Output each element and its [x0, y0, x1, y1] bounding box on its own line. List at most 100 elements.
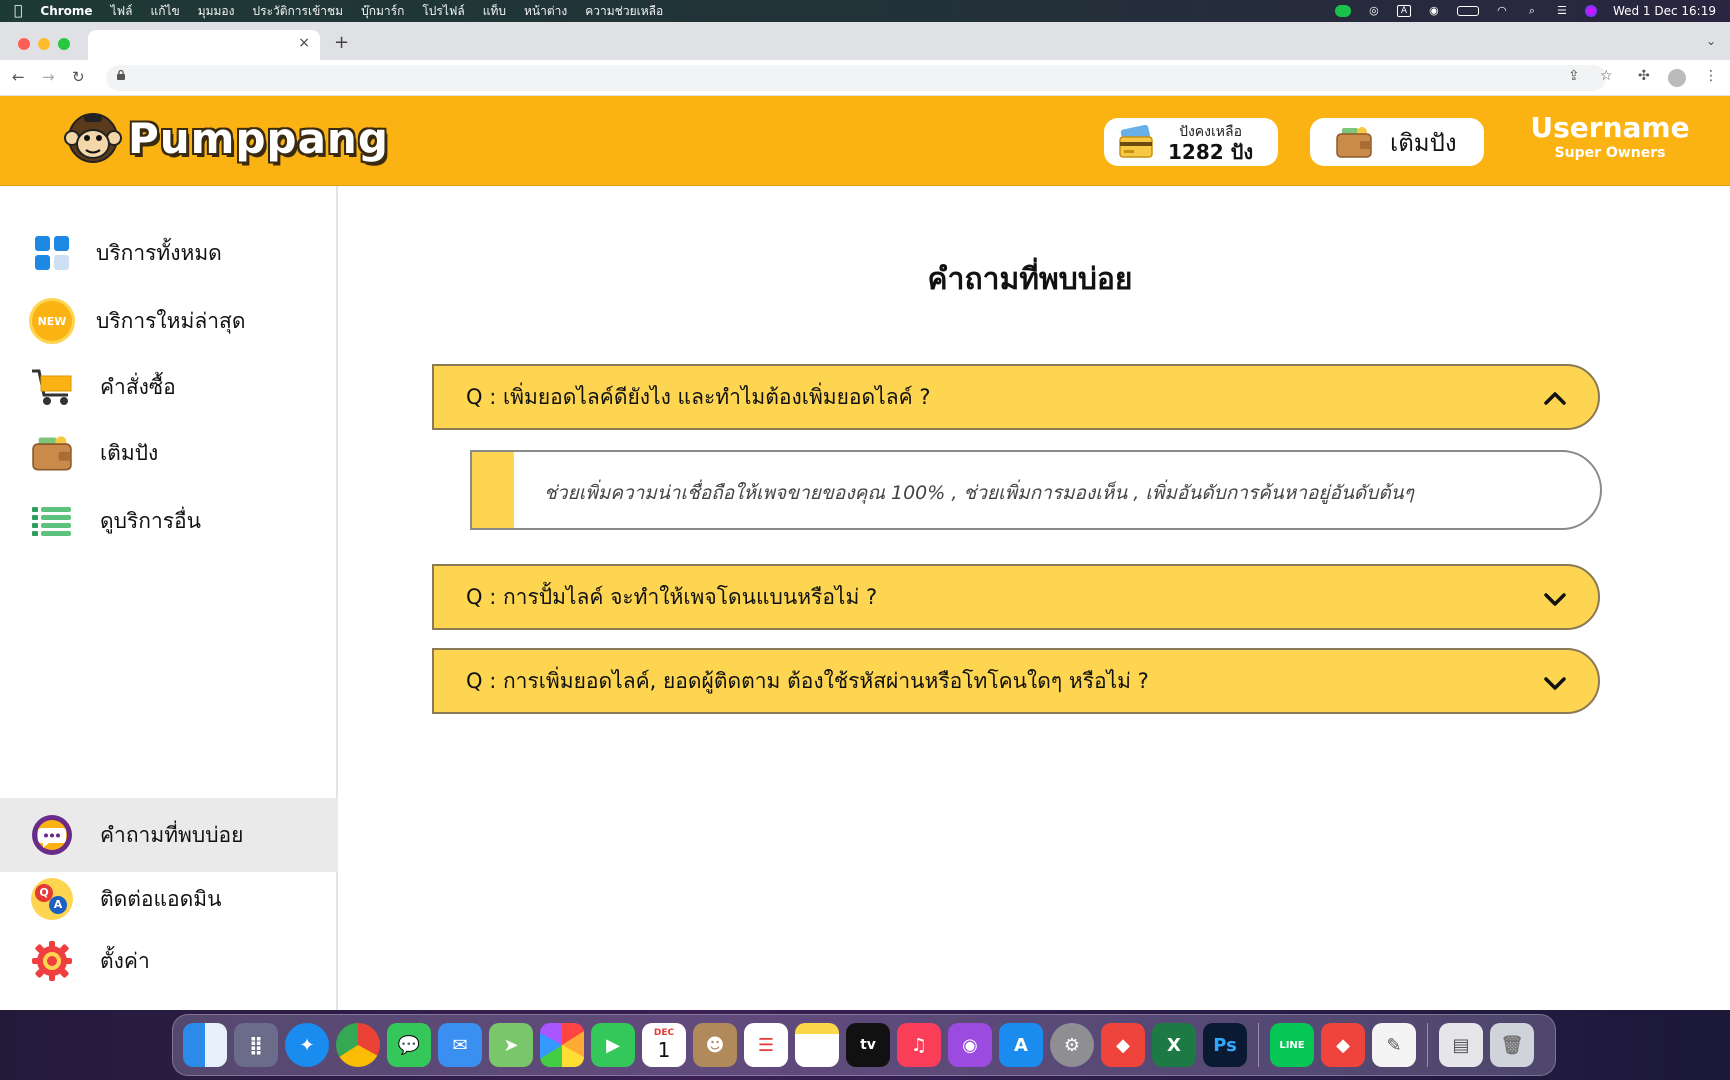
line-icon[interactable]: LINE — [1270, 1023, 1314, 1067]
list-icon — [30, 499, 74, 543]
profile-avatar-icon[interactable] — [1668, 69, 1686, 87]
reload-icon[interactable]: ↻ — [72, 68, 85, 86]
qa-icon: Q A — [30, 877, 74, 921]
anydesk-2-icon[interactable]: ◆ — [1321, 1023, 1365, 1067]
anydesk-icon[interactable]: ◆ — [1101, 1023, 1145, 1067]
textedit-icon[interactable]: ✎ — [1372, 1023, 1416, 1067]
siri-icon[interactable] — [1584, 5, 1597, 17]
menu-bookmarks[interactable]: บุ๊กมาร์ก — [361, 2, 404, 21]
close-window-button[interactable] — [18, 38, 30, 50]
more-menu-icon[interactable]: ⋮ — [1704, 68, 1718, 84]
back-arrow-icon[interactable]: ← — [12, 68, 25, 86]
browser-tab-active[interactable]: × — [88, 30, 320, 60]
control-center-icon[interactable]: ☰ — [1555, 5, 1569, 17]
mail-icon[interactable]: ✉ — [438, 1023, 482, 1067]
sidebar-item-settings[interactable]: ตั้งค่า — [0, 928, 338, 994]
app-store-icon[interactable]: A — [999, 1023, 1043, 1067]
forward-arrow-icon[interactable]: → — [42, 68, 55, 86]
credit-card-icon — [1119, 125, 1153, 158]
chrome-icon[interactable] — [336, 1023, 380, 1067]
topup-button[interactable]: เติมปัง — [1310, 118, 1484, 166]
reminders-icon[interactable]: ☰ — [744, 1023, 788, 1067]
grid-icon — [30, 231, 74, 275]
creative-cloud-icon[interactable]: ◎ — [1367, 5, 1381, 17]
maps-icon[interactable]: ➤ — [489, 1023, 533, 1067]
sidebar-item-new-services[interactable]: NEW บริการใหม่ล่าสุด — [0, 288, 338, 354]
bookmark-star-icon[interactable]: ☆ — [1600, 68, 1613, 84]
menu-file[interactable]: ไฟล์ — [111, 2, 133, 21]
extensions-icon[interactable]: ✣ — [1638, 68, 1650, 84]
balance-card[interactable]: ปังคงเหลือ 1282 ปัง — [1104, 118, 1278, 166]
wifi-icon[interactable]: ◠ — [1495, 5, 1509, 17]
menu-window[interactable]: หน้าต่าง — [524, 2, 567, 21]
tab-search-chevron-icon[interactable]: ⌄ — [1706, 34, 1716, 48]
battery-icon[interactable] — [1456, 6, 1479, 16]
line-label: LINE — [1279, 1039, 1305, 1051]
menu-tab[interactable]: แท็บ — [483, 2, 506, 21]
balance-label: ปังคงเหลือ — [1179, 124, 1243, 140]
safari-icon[interactable]: ✦ — [285, 1023, 329, 1067]
downloads-icon[interactable]: ▤ — [1439, 1023, 1483, 1067]
chevron-down-icon[interactable] — [1542, 586, 1568, 612]
address-bar[interactable] — [106, 65, 1606, 91]
excel-icon[interactable]: X — [1152, 1023, 1196, 1067]
apple-menu-icon[interactable]:  — [14, 3, 22, 19]
facetime-icon[interactable]: ▶ — [591, 1023, 635, 1067]
messages-icon[interactable]: 💬 — [387, 1023, 431, 1067]
lock-icon — [117, 70, 125, 80]
chevron-down-icon[interactable] — [1542, 670, 1568, 696]
close-tab-icon[interactable]: × — [298, 35, 310, 51]
spotlight-search-icon[interactable]: ⌕ — [1525, 5, 1539, 17]
faq-question-1[interactable]: Q : เพิ่มยอดไลค์ดียังไง และทำไมต้องเพิ่ม… — [432, 364, 1600, 430]
minimize-window-button[interactable] — [38, 38, 50, 50]
photoshop-label: Ps — [1213, 1034, 1237, 1056]
podcasts-icon[interactable]: ◉ — [948, 1023, 992, 1067]
menu-view[interactable]: มุมมอง — [198, 2, 235, 21]
photoshop-icon[interactable]: Ps — [1203, 1023, 1247, 1067]
cart-icon — [30, 365, 74, 409]
sidebar-item-all-services[interactable]: บริการทั้งหมด — [0, 220, 338, 286]
username: Username — [1530, 111, 1690, 144]
notes-icon[interactable] — [795, 1023, 839, 1067]
menu-help[interactable]: ความช่วยเหลือ — [585, 2, 663, 21]
calendar-icon[interactable]: DEC 1 — [642, 1023, 686, 1067]
trash-icon[interactable]: 🗑 — [1490, 1023, 1534, 1067]
topup-label: เติมปัง — [1390, 128, 1457, 157]
sidebar-item-other-services[interactable]: ดูบริการอื่น — [0, 488, 338, 554]
qa-a-badge: A — [49, 896, 67, 914]
macos-menubar:  Chrome ไฟล์ แก้ไข มุมมอง ประวัติการเข้… — [0, 0, 1730, 22]
line-status-icon[interactable] — [1334, 5, 1351, 17]
menu-edit[interactable]: แก้ไข — [150, 2, 179, 21]
sidebar-item-topup[interactable]: เติมปัง — [0, 420, 338, 486]
music-icon[interactable]: ♫ — [897, 1023, 941, 1067]
finder-icon[interactable] — [183, 1023, 227, 1067]
sidebar-item-contact-admin[interactable]: Q A ติดต่อแอดมิน — [0, 866, 338, 932]
launchpad-icon[interactable]: ⣿ — [234, 1023, 278, 1067]
new-tab-button[interactable]: + — [334, 32, 349, 53]
faq-question-2[interactable]: Q : การปั้มไลค์ จะทำให้เพจโดนแบนหรือไม่ … — [432, 564, 1600, 630]
user-status-icon[interactable]: ◉ — [1427, 5, 1441, 17]
sidebar-item-faq[interactable]: คำถามที่พบบ่อย — [0, 798, 338, 872]
browser-toolbar: ← → ↻ ⇪ ☆ ✣ ⋮ — [0, 60, 1730, 96]
photos-icon[interactable] — [540, 1023, 584, 1067]
menu-history[interactable]: ประวัติการเข้าชม — [253, 2, 344, 21]
zoom-window-button[interactable] — [58, 38, 70, 50]
app-body: บริการทั้งหมด NEW บริการใหม่ล่าสุด คำสั่… — [0, 186, 1730, 1010]
sidebar: บริการทั้งหมด NEW บริการใหม่ล่าสุด คำสั่… — [0, 186, 338, 1010]
faq-question-3[interactable]: Q : การเพิ่มยอดไลค์, ยอดผู้ติดตาม ต้องใช… — [432, 648, 1600, 714]
faq-question-text: Q : การเพิ่มยอดไลค์, ยอดผู้ติดตาม ต้องใช… — [466, 668, 1149, 693]
system-preferences-icon[interactable]: ⚙ — [1050, 1023, 1094, 1067]
contacts-icon[interactable]: ☻ — [693, 1023, 737, 1067]
share-icon[interactable]: ⇪ — [1568, 68, 1580, 84]
menu-profiles[interactable]: โปรไฟล์ — [422, 2, 464, 21]
chevron-up-icon[interactable] — [1542, 386, 1568, 412]
pumppang-logo[interactable]: Pumppang — [64, 108, 389, 168]
menubar-clock[interactable]: Wed 1 Dec 16:19 — [1613, 4, 1716, 18]
menubar-app-name[interactable]: Chrome — [40, 4, 92, 18]
input-source-icon[interactable]: A — [1396, 5, 1411, 17]
faq-answer-text: ช่วยเพิ่มความน่าเชื่อถือให้เพจขายของคุณ … — [544, 482, 1414, 504]
sidebar-item-orders[interactable]: คำสั่งซื้อ — [0, 354, 338, 420]
user-profile[interactable]: Username Super Owners — [1520, 112, 1700, 162]
tv-icon[interactable]: tv — [846, 1023, 890, 1067]
browser-tabstrip: × + ⌄ — [0, 22, 1730, 60]
